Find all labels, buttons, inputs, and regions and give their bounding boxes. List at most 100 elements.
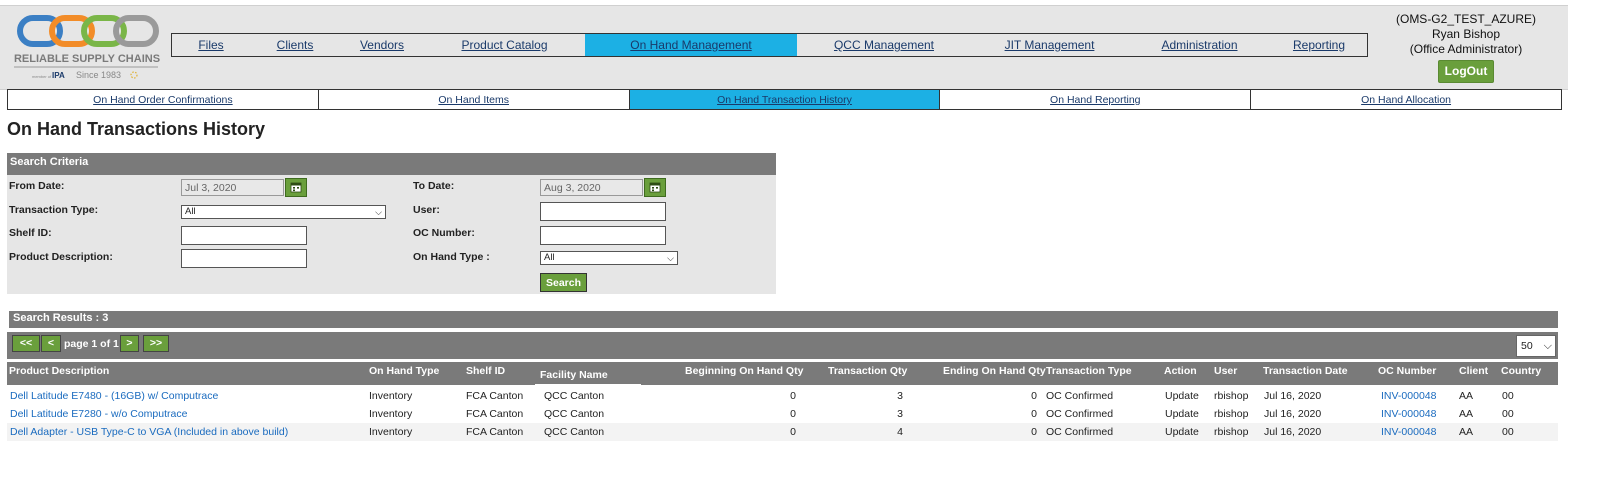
product-description-link[interactable]: Dell Latitude E7480 - (16GB) w/ Computra…	[10, 390, 218, 402]
page-title: On Hand Transactions History	[7, 119, 266, 139]
cell-on-hand-type: Inventory	[369, 390, 413, 402]
from-date-input[interactable]: Jul 3, 2020	[181, 179, 284, 196]
chevron-down-icon: ⌵	[667, 253, 674, 263]
app-header: RELIABLE SUPPLY CHAINS member of IPA Sin…	[0, 5, 1568, 90]
col-on-hand-type[interactable]: On Hand Type	[369, 365, 439, 377]
product-description-label: Product Description:	[9, 251, 113, 263]
product-description-link[interactable]: Dell Latitude E7280 - w/o Computrace	[10, 408, 187, 420]
nav-administration[interactable]: Administration	[1128, 34, 1271, 56]
nav-files[interactable]: Files	[172, 34, 250, 56]
table-row: Dell Adapter - USB Type-C to VGA (Includ…	[7, 423, 1558, 441]
table-row: Dell Latitude E7280 - w/o Computrace Inv…	[7, 405, 1558, 423]
last-page-button[interactable]: >>	[143, 335, 169, 352]
prev-page-button[interactable]: <	[41, 335, 61, 352]
cell-client: AA	[1459, 408, 1474, 420]
cell-client: AA	[1459, 426, 1474, 438]
oc-number-input[interactable]	[540, 226, 666, 245]
col-transaction-type[interactable]: Transaction Type	[1046, 365, 1132, 377]
environment-label: (OMS-G2_TEST_AZURE)	[1395, 12, 1536, 26]
cell-country: 00	[1502, 426, 1514, 438]
cell-transaction-qty: 3	[897, 390, 903, 402]
cell-transaction-date: Jul 16, 2020	[1264, 426, 1322, 438]
cell-facility-name: QCC Canton	[544, 390, 605, 402]
search-criteria-panel: Search Criteria From Date: Jul 3, 2020 T…	[7, 153, 776, 294]
svg-text:Since 1983: Since 1983	[76, 70, 121, 80]
cell-beginning-qty: 0	[790, 426, 796, 438]
cell-beginning-qty: 0	[790, 390, 796, 402]
page-size-select[interactable]: 50 ⌵	[1516, 335, 1556, 357]
col-product-description[interactable]: Product Description	[9, 365, 109, 377]
tab-on-hand-allocation[interactable]: On Hand Allocation	[1251, 90, 1561, 109]
to-date-input[interactable]: Aug 3, 2020	[540, 179, 643, 196]
user-info: (OMS-G2_TEST_AZURE) Ryan Bishop (Office …	[1370, 12, 1562, 83]
on-hand-type-label: On Hand Type :	[413, 251, 490, 263]
cell-ending-qty: 0	[1031, 426, 1037, 438]
col-user[interactable]: User	[1214, 365, 1237, 377]
main-nav: Files Clients Vendors Product Catalog On…	[171, 33, 1368, 57]
from-date-label: From Date:	[9, 180, 65, 192]
cell-transaction-type: OC Confirmed	[1046, 390, 1114, 402]
svg-text:IPA: IPA	[52, 71, 65, 80]
col-action[interactable]: Action	[1164, 365, 1197, 377]
on-hand-type-value: All	[544, 252, 555, 263]
cell-transaction-type: OC Confirmed	[1046, 426, 1114, 438]
oc-number-link[interactable]: INV-000048	[1381, 408, 1436, 420]
nav-reporting[interactable]: Reporting	[1271, 34, 1367, 56]
calendar-icon	[290, 182, 302, 193]
user-input[interactable]	[540, 202, 666, 221]
tab-on-hand-items[interactable]: On Hand Items	[319, 90, 630, 109]
nav-product-catalog[interactable]: Product Catalog	[424, 34, 585, 56]
col-transaction-qty[interactable]: Transaction Qty	[828, 365, 907, 377]
col-facility-name[interactable]: Facility Name	[540, 369, 608, 381]
cell-beginning-qty: 0	[790, 408, 796, 420]
user-name: Ryan Bishop	[1431, 27, 1501, 41]
sub-nav: On Hand Order Confirmations On Hand Item…	[7, 89, 1562, 110]
cell-shelf-id: FCA Canton	[466, 408, 524, 420]
cell-ending-qty: 0	[1031, 390, 1037, 402]
col-country[interactable]: Country	[1501, 365, 1541, 377]
cell-ending-qty: 0	[1031, 408, 1037, 420]
col-facility-name-cell: Facility Name	[535, 364, 641, 386]
transaction-type-select[interactable]: All ⌵	[181, 205, 386, 219]
calendar-icon	[649, 182, 661, 193]
page-indicator: page 1 of 1	[64, 338, 119, 350]
chevron-down-icon: ⌵	[1543, 340, 1552, 352]
nav-qcc-management[interactable]: QCC Management	[797, 34, 971, 56]
cell-action: Update	[1165, 426, 1199, 438]
col-shelf-id[interactable]: Shelf ID	[466, 365, 505, 377]
product-description-input[interactable]	[181, 249, 307, 268]
nav-jit-management[interactable]: JIT Management	[971, 34, 1128, 56]
product-description-link[interactable]: Dell Adapter - USB Type-C to VGA (Includ…	[10, 426, 288, 438]
first-page-button[interactable]: <<	[12, 335, 40, 352]
cell-country: 00	[1502, 408, 1514, 420]
nav-clients[interactable]: Clients	[250, 34, 340, 56]
oc-number-link[interactable]: INV-000048	[1381, 390, 1436, 402]
tab-on-hand-order-confirmations[interactable]: On Hand Order Confirmations	[8, 90, 319, 109]
cell-transaction-type: OC Confirmed	[1046, 408, 1114, 420]
nav-on-hand-management[interactable]: On Hand Management	[585, 34, 797, 56]
cell-shelf-id: FCA Canton	[466, 426, 524, 438]
next-page-button[interactable]: >	[120, 335, 139, 352]
cell-action: Update	[1165, 408, 1199, 420]
tab-on-hand-transaction-history[interactable]: On Hand Transaction History	[629, 90, 941, 109]
tab-on-hand-reporting[interactable]: On Hand Reporting	[940, 90, 1252, 109]
shelf-id-input[interactable]	[181, 226, 307, 245]
search-button[interactable]: Search	[540, 273, 587, 292]
col-ending-qty[interactable]: Ending On Hand Qty	[943, 365, 1046, 377]
oc-number-link[interactable]: INV-000048	[1381, 426, 1436, 438]
search-criteria-header: Search Criteria	[7, 153, 776, 175]
to-date-calendar-button[interactable]	[644, 178, 666, 197]
company-logo[interactable]: RELIABLE SUPPLY CHAINS member of IPA Sin…	[10, 12, 162, 82]
page-size-value: 50	[1521, 340, 1533, 352]
transaction-type-value: All	[185, 206, 196, 217]
on-hand-type-select[interactable]: All ⌵	[540, 251, 678, 265]
col-transaction-date[interactable]: Transaction Date	[1263, 365, 1348, 377]
to-date-label: To Date:	[413, 180, 455, 192]
col-beginning-qty[interactable]: Beginning On Hand Qty	[685, 365, 803, 377]
nav-vendors[interactable]: Vendors	[340, 34, 424, 56]
from-date-calendar-button[interactable]	[285, 178, 307, 197]
logout-button[interactable]: LogOut	[1437, 60, 1495, 83]
col-client[interactable]: Client	[1459, 365, 1488, 377]
col-oc-number[interactable]: OC Number	[1378, 365, 1436, 377]
table-row: Dell Latitude E7480 - (16GB) w/ Computra…	[7, 387, 1558, 405]
